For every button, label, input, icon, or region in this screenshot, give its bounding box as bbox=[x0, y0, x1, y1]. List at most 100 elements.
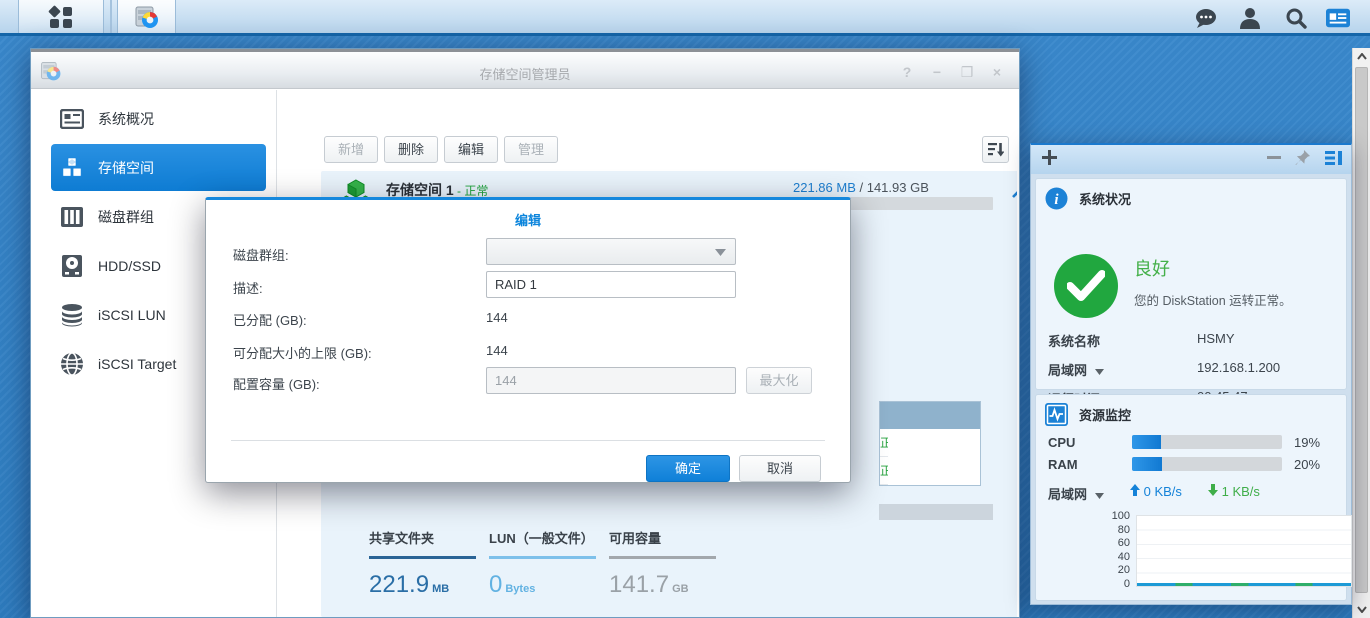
capacity-bar-partial bbox=[879, 504, 993, 520]
scroll-down-icon[interactable] bbox=[1353, 601, 1370, 618]
system-name-label: 系统名称 bbox=[1048, 331, 1100, 350]
dialog-title: 编辑 bbox=[206, 210, 850, 229]
upload-rate: 0 KB/s bbox=[1130, 484, 1182, 499]
max-allocatable-label: 可分配大小的上限 (GB): bbox=[233, 343, 372, 362]
volume-usage: 221.86 MB / 141.93 GB bbox=[793, 180, 929, 195]
stat-shared-folder: 共享文件夹 221.9MB bbox=[369, 528, 479, 599]
allocated-label: 已分配 (GB): bbox=[233, 310, 307, 329]
sort-descending-icon bbox=[988, 142, 1004, 157]
sidebar-item-label: 磁盘群组 bbox=[98, 207, 154, 227]
sidebar-item-storage-space[interactable]: 存储空间 bbox=[51, 144, 266, 191]
chart-plot-area bbox=[1136, 515, 1352, 587]
dialog-separator bbox=[231, 440, 825, 441]
storage-manager-icon bbox=[133, 3, 161, 31]
maximize-capacity-button[interactable]: 最大化 bbox=[746, 367, 812, 394]
scroll-up-icon[interactable] bbox=[1353, 48, 1370, 65]
cpu-value: 19% bbox=[1294, 435, 1320, 450]
chart-traffic-line bbox=[1137, 583, 1351, 586]
edit-dialog: 编辑 磁盘群组: 描述: 已分配 (GB): 144 可分配大小的上限 (GB)… bbox=[205, 197, 851, 483]
resource-monitor-widget: 资源监控 CPU 19% RAM 20% 局域网 0 KB/s 1 KB/s 1… bbox=[1035, 394, 1347, 601]
hdd-icon bbox=[60, 254, 84, 278]
lan-ip-value: 192.168.1.200 bbox=[1197, 360, 1280, 375]
pilot-view-button[interactable] bbox=[1326, 7, 1350, 29]
chevron-down-icon bbox=[715, 249, 726, 256]
sort-button[interactable] bbox=[982, 136, 1009, 163]
download-rate: 1 KB/s bbox=[1208, 484, 1260, 499]
collapse-chevron-icon[interactable] bbox=[1011, 187, 1017, 202]
volume-status-badge: 正常 bbox=[464, 184, 488, 198]
health-status: 良好 bbox=[1134, 255, 1170, 281]
window-titlebar[interactable]: 存储空间管理员 ? − ❒ × bbox=[31, 49, 1019, 89]
disk-group-icon bbox=[60, 206, 84, 228]
widget-panel-header bbox=[1031, 145, 1351, 174]
maximize-icon[interactable]: ❒ bbox=[959, 64, 975, 81]
widget-title-row: i 系统状况 bbox=[1045, 187, 1131, 210]
sidebar-item-label: iSCSI Target bbox=[98, 356, 176, 372]
health-check-icon bbox=[1054, 254, 1118, 318]
close-icon[interactable]: × bbox=[989, 64, 1005, 81]
help-icon[interactable]: ? bbox=[899, 64, 915, 81]
allocated-value: 144 bbox=[486, 310, 508, 325]
lan-label[interactable]: 局域网 bbox=[1048, 360, 1104, 379]
up-arrow-icon bbox=[1130, 484, 1140, 496]
add-widget-icon[interactable] bbox=[1041, 149, 1058, 169]
panel-layout-icon[interactable] bbox=[1325, 150, 1343, 166]
description-label: 描述: bbox=[233, 278, 263, 297]
system-health-widget: i 系统状况 良好 您的 DiskStation 运转正常。 系统名称 HSMY… bbox=[1035, 178, 1347, 390]
widget-panel: i 系统状况 良好 您的 DiskStation 运转正常。 系统名称 HSMY… bbox=[1030, 143, 1352, 605]
lun-stack-icon bbox=[60, 303, 84, 327]
volume-cubes-icon bbox=[60, 156, 84, 180]
chevron-down-icon bbox=[1095, 493, 1104, 499]
main-menu-button[interactable] bbox=[18, 0, 104, 33]
pin-icon[interactable] bbox=[1295, 149, 1311, 166]
ram-meter bbox=[1132, 457, 1282, 471]
minimize-icon[interactable]: − bbox=[929, 64, 945, 81]
description-field[interactable] bbox=[486, 271, 736, 298]
overview-card-icon bbox=[60, 109, 84, 129]
widget-title: 资源监控 bbox=[1079, 405, 1131, 424]
minimize-panel-icon[interactable] bbox=[1267, 156, 1281, 159]
search-button[interactable] bbox=[1284, 7, 1308, 29]
drive-row-status: 正常 bbox=[880, 429, 888, 457]
user-options-button[interactable] bbox=[1238, 7, 1262, 29]
sidebar-item-label: iSCSI LUN bbox=[98, 307, 166, 323]
ok-button[interactable]: 确定 bbox=[646, 455, 730, 482]
configured-capacity-field[interactable] bbox=[486, 367, 736, 394]
cancel-button[interactable]: 取消 bbox=[739, 455, 821, 482]
scrollbar-thumb[interactable] bbox=[1355, 67, 1368, 593]
sidebar-item-overview[interactable]: 系统概况 bbox=[51, 95, 266, 142]
chevron-down-icon bbox=[1095, 369, 1104, 375]
storage-manager-task-button[interactable] bbox=[117, 0, 176, 33]
notifications-button[interactable] bbox=[1194, 7, 1218, 29]
edit-button[interactable]: 编辑 bbox=[444, 136, 498, 163]
cpu-meter bbox=[1132, 435, 1282, 449]
drive-table-header bbox=[880, 402, 980, 429]
disk-group-label: 磁盘群组: bbox=[233, 245, 289, 264]
system-name-value: HSMY bbox=[1197, 331, 1235, 346]
sidebar-item-label: 系统概况 bbox=[98, 109, 154, 129]
net-lan-label[interactable]: 局域网 bbox=[1048, 484, 1104, 503]
delete-button[interactable]: 删除 bbox=[384, 136, 438, 163]
stat-available: 可用容量 141.7GB bbox=[609, 528, 719, 599]
pilot-view-icon bbox=[1326, 8, 1350, 28]
drive-table-partial: 正常 正常 bbox=[879, 401, 981, 486]
chart-y-axis: 1008060 40200 bbox=[1048, 510, 1130, 591]
main-menu-grid-icon bbox=[48, 5, 74, 29]
chat-bubble-icon bbox=[1194, 8, 1218, 29]
manage-button[interactable]: 管理 bbox=[504, 136, 558, 163]
sidebar-item-label: HDD/SSD bbox=[98, 258, 161, 274]
configured-capacity-label: 配置容量 (GB): bbox=[233, 374, 320, 393]
health-description: 您的 DiskStation 运转正常。 bbox=[1134, 290, 1292, 309]
widget-title-row: 资源监控 bbox=[1045, 403, 1131, 426]
drive-row-status: 正常 bbox=[880, 457, 888, 485]
network-chart: 1008060 40200 bbox=[1048, 515, 1338, 591]
sidebar-item-label: 存储空间 bbox=[98, 158, 154, 178]
waveform-icon bbox=[1045, 403, 1068, 426]
disk-group-select[interactable] bbox=[486, 238, 736, 265]
info-circle-icon: i bbox=[1045, 187, 1068, 210]
page-scrollbar[interactable] bbox=[1352, 48, 1370, 618]
taskbar-divider bbox=[110, 0, 112, 33]
window-title: 存储空间管理员 bbox=[31, 64, 1019, 83]
max-allocatable-value: 144 bbox=[486, 343, 508, 358]
add-button[interactable]: 新增 bbox=[324, 136, 378, 163]
